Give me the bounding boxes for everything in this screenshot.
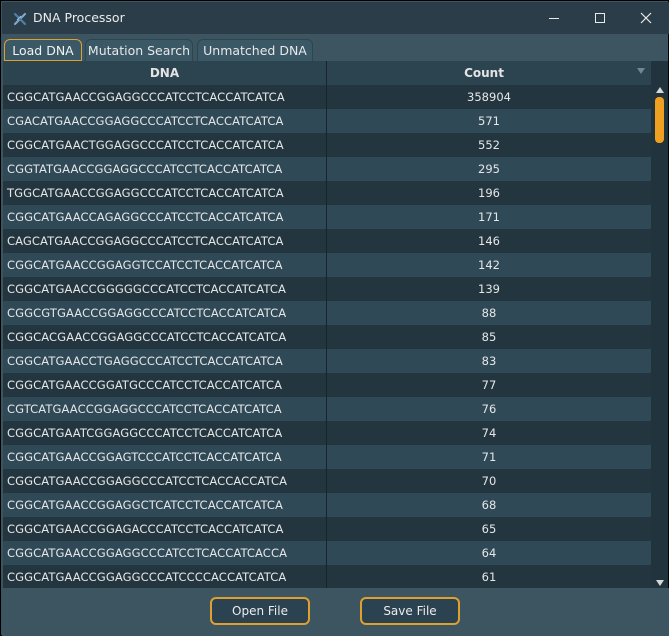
dna-app-icon — [13, 12, 27, 26]
dna-sequence-cell: CGGCATGAACCGGAGACCCATCCTCACCATCATCA — [7, 522, 284, 536]
dna-sequence-cell: CGGTATGAACCGGAGGCCCATCCTCACCATCATCA — [7, 162, 283, 176]
table-row[interactable]: CGTCATGAACCGGAGGCCCATCCTCACCATCATCA 76 — [3, 397, 651, 421]
window-title: DNA Processor — [33, 10, 125, 25]
dna-sequence-cell: CGGCATGAACTGGAGGCCCATCCTCACCATCATCA — [7, 138, 284, 152]
count-cell: 71 — [481, 450, 497, 464]
dna-sequence-cell: CGGCATGAACCGGAGGCCCATCCTCACCACCATCA — [7, 474, 288, 488]
table-row[interactable]: CGGCGTGAACCGGAGGCCCATCCTCACCATCATCA 88 — [3, 301, 651, 325]
dna-sequence-cell: CGACATGAACCGGAGGCCCATCCTCACCATCATCA — [7, 114, 284, 128]
table-row[interactable]: CGGCATGAACTGGAGGCCCATCCTCACCATCATCA 552 — [3, 133, 651, 157]
count-cell: 358904 — [467, 90, 511, 104]
scrollbar-thumb[interactable] — [655, 97, 664, 143]
table-row[interactable]: CGGCATGAACCGGAGGCCCATCCCCACCATCATCA 61 — [3, 565, 651, 588]
table-row[interactable]: CGGCATGAACCGGAGGCTCATCCTCACCATCATCA 68 — [3, 493, 651, 517]
table-row[interactable]: CGGCATGAACCGGAGGCCCATCCTCACCATCATCA 35890… — [3, 85, 651, 109]
table-row[interactable]: CGGTATGAACCGGAGGCCCATCCTCACCATCATCA 295 — [3, 157, 651, 181]
footer-bar: Open File Save File — [2, 588, 669, 636]
tab-unmatched-dna[interactable]: Unmatched DNA — [197, 39, 313, 61]
count-cell: 85 — [481, 330, 497, 344]
count-cell: 74 — [481, 426, 497, 440]
close-button[interactable] — [623, 2, 669, 34]
open-file-button[interactable]: Open File — [210, 597, 310, 625]
tab-mutation-search[interactable]: Mutation Search — [85, 39, 193, 61]
column-grid-line — [326, 61, 327, 588]
dna-sequence-cell: CGGCGTGAACCGGAGGCCCATCCTCACCATCATCA — [7, 306, 287, 320]
table-row[interactable]: CGGCATGAACCGGAGGTCCATCCTCACCATCATCA 142 — [3, 253, 651, 277]
dna-sequence-cell: CGGCATGAATCGGAGGCCCATCCTCACCATCATCA — [7, 426, 283, 440]
dna-sequence-cell: CGGCATGAACCAGAGGCCCATCCTCACCATCATCA — [7, 210, 284, 224]
scroll-down-icon[interactable] — [656, 580, 664, 586]
dna-sequence-cell: CAGCATGAACCGGAGGCCCATCCTCACCATCATCA — [7, 234, 284, 248]
table-row[interactable]: CGGCATGAACCGGAGGCCCATCCTCACCATCACCA 64 — [3, 541, 651, 565]
count-cell: 552 — [478, 138, 500, 152]
maximize-button[interactable] — [577, 2, 623, 34]
table-row[interactable]: CGGCATGAACCTGAGGCCCATCCTCACCATCATCA 83 — [3, 349, 651, 373]
dna-sequence-cell: CGGCACGAACCGGAGGCCCATCCTCACCATCATCA — [7, 330, 287, 344]
dna-sequence-cell: TGGCATGAACCGGAGGCCCATCCTCACCATCATCA — [7, 186, 284, 200]
dna-sequence-cell: CGGCATGAACCGGGGGCCCATCCTCACCATCATCA — [7, 282, 286, 296]
count-cell: 70 — [481, 474, 497, 488]
table-row[interactable]: CGACATGAACCGGAGGCCCATCCTCACCATCATCA 571 — [3, 109, 651, 133]
count-cell: 571 — [478, 114, 500, 128]
dna-sequence-cell: CGGCATGAACCGGAGGCCCATCCCCACCATCATCA — [7, 570, 287, 584]
dna-table: DNA Count CGGCATGAACCGGAGGCCCATCCTCACCAT… — [3, 61, 668, 588]
dna-sequence-cell: CGGCATGAACCGGAGGCTCATCCTCACCATCATCA — [7, 498, 283, 512]
count-cell: 295 — [478, 162, 500, 176]
count-cell: 76 — [481, 402, 497, 416]
table-row[interactable]: CGGCATGAACCGGAGTCCCATCCTCACCATCATCA 71 — [3, 445, 651, 469]
table-header: DNA Count — [3, 61, 651, 86]
close-icon — [640, 12, 652, 24]
column-header-count[interactable]: Count — [327, 61, 641, 85]
count-cell: 83 — [481, 354, 497, 368]
minimize-icon — [549, 18, 559, 19]
scroll-up-icon[interactable] — [656, 87, 664, 93]
app-window: DNA Processor Load DNA Mutation Search U… — [0, 0, 669, 636]
count-cell: 171 — [478, 210, 500, 224]
maximize-icon — [595, 13, 605, 23]
count-cell: 88 — [481, 306, 497, 320]
dna-sequence-cell: CGGCATGAACCTGAGGCCCATCCTCACCATCATCA — [7, 354, 283, 368]
minimize-button[interactable] — [531, 2, 577, 34]
count-cell: 142 — [478, 258, 500, 272]
count-cell: 139 — [478, 282, 500, 296]
table-row[interactable]: CGGCATGAATCGGAGGCCCATCCTCACCATCATCA 74 — [3, 421, 651, 445]
count-cell: 146 — [478, 234, 500, 248]
tab-bar: Load DNA Mutation Search Unmatched DNA — [2, 39, 669, 61]
count-cell: 61 — [481, 570, 497, 584]
table-row[interactable]: CGGCATGAACCGGATGCCCATCCTCACCATCATCA 77 — [3, 373, 651, 397]
count-cell: 65 — [481, 522, 497, 536]
count-cell: 196 — [478, 186, 500, 200]
vertical-scrollbar[interactable] — [651, 85, 668, 588]
tab-load-dna[interactable]: Load DNA — [4, 39, 82, 61]
table-row[interactable]: CGGCATGAACCGGAGACCCATCCTCACCATCATCA 65 — [3, 517, 651, 541]
count-cell: 68 — [481, 498, 497, 512]
dna-sequence-cell: CGGCATGAACCGGAGTCCCATCCTCACCATCATCA — [7, 450, 282, 464]
table-row[interactable]: TGGCATGAACCGGAGGCCCATCCTCACCATCATCA 196 — [3, 181, 651, 205]
dna-sequence-cell: CGGCATGAACCGGAGGCCCATCCTCACCATCATCA — [7, 90, 285, 104]
table-row[interactable]: CGGCACGAACCGGAGGCCCATCCTCACCATCATCA 85 — [3, 325, 651, 349]
count-cell: 77 — [481, 378, 497, 392]
table-row[interactable]: CGGCATGAACCGGAGGCCCATCCTCACCACCATCA 70 — [3, 469, 651, 493]
column-header-dna[interactable]: DNA — [3, 61, 326, 85]
dna-sequence-cell: CGTCATGAACCGGAGGCCCATCCTCACCATCATCA — [7, 402, 282, 416]
table-row[interactable]: CGGCATGAACCGGGGGCCCATCCTCACCATCATCA 139 — [3, 277, 651, 301]
sort-arrow-icon[interactable] — [637, 68, 645, 74]
count-cell: 64 — [481, 546, 497, 560]
dna-sequence-cell: CGGCATGAACCGGATGCCCATCCTCACCATCATCA — [7, 378, 283, 392]
table-row[interactable]: CAGCATGAACCGGAGGCCCATCCTCACCATCATCA 146 — [3, 229, 651, 253]
dna-sequence-cell: CGGCATGAACCGGAGGCCCATCCTCACCATCACCA — [7, 546, 288, 560]
table-row[interactable]: CGGCATGAACCAGAGGCCCATCCTCACCATCATCA 171 — [3, 205, 651, 229]
dna-sequence-cell: CGGCATGAACCGGAGGTCCATCCTCACCATCATCA — [7, 258, 283, 272]
title-bar[interactable]: DNA Processor — [2, 2, 669, 34]
save-file-button[interactable]: Save File — [360, 597, 460, 625]
